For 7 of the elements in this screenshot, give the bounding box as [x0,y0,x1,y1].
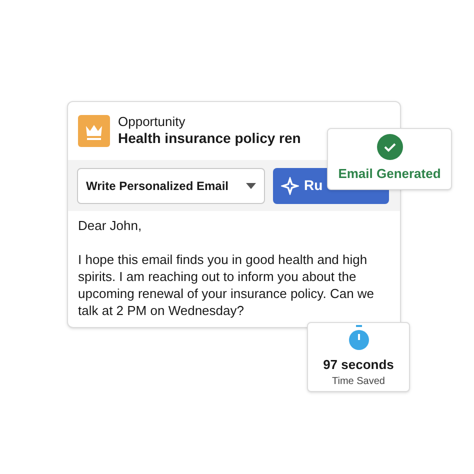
email-greeting: Dear John, [78,217,143,234]
record-title: Health insurance policy ren [118,130,301,148]
stat-value: 97 seconds [323,356,394,374]
email-body: I hope this email finds you in good health and high spirits. I am reaching out to inform you about the upcoming renewal of your insurance policy. Can we talk at 2 PM on Wednesday? [78,251,376,319]
stat-caption: Time Saved [332,375,385,390]
record-type-label: Opportunity [118,114,186,130]
status-label: Email Generated [338,165,441,184]
